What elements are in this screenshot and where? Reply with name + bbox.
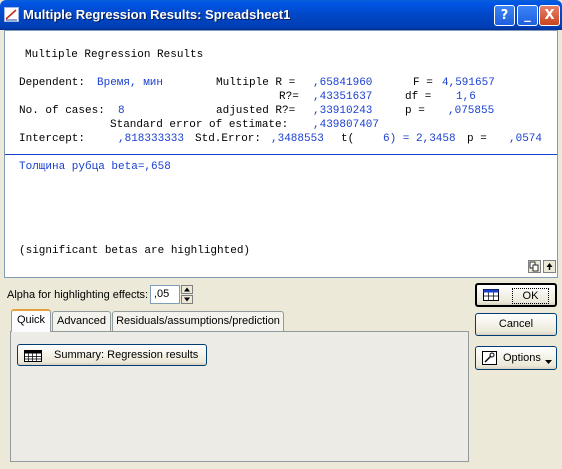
footnote: (significant betas are highlighted)	[19, 245, 251, 257]
multiple-regression-icon	[4, 7, 19, 22]
close-button[interactable]: X	[539, 5, 560, 26]
results-divider	[5, 154, 557, 155]
alpha-input[interactable]: ,05	[150, 285, 180, 304]
spreadsheet-icon	[483, 289, 499, 301]
tab-advanced[interactable]: Advanced	[52, 311, 111, 331]
help-button[interactable]: ?	[494, 5, 515, 26]
multiple-r-value: ,65841960	[313, 77, 373, 89]
standard-error-label: Standard error of estimate:	[110, 119, 289, 131]
summary-button-label: Summary: Regression results	[54, 349, 199, 361]
ok-button[interactable]: OK	[475, 283, 557, 307]
p2-value: ,0574	[509, 133, 543, 145]
df-value: 1,6	[456, 91, 476, 103]
summary-button[interactable]: Summary: Regression results	[17, 344, 207, 366]
p-label: p =	[405, 105, 425, 117]
adjusted-r-label: adjusted R?=	[216, 105, 296, 117]
r-squared-value: ,43351637	[313, 91, 373, 103]
spin-up-icon[interactable]	[181, 285, 193, 294]
intercept-value: ,818333333	[118, 133, 185, 145]
dependent-label: Dependent:	[19, 77, 86, 89]
dropdown-arrow-icon	[545, 356, 552, 364]
ok-button-label: OK	[512, 288, 549, 304]
title-bar[interactable]: Multiple Regression Results: Spreadsheet…	[0, 0, 562, 30]
cases-value: 8	[118, 105, 125, 117]
p-value: ,075855	[448, 105, 495, 117]
copy-icon[interactable]	[528, 260, 541, 273]
f-label: F =	[413, 77, 433, 89]
std-error-value: ,3488553	[271, 133, 324, 145]
f-value: 4,591657	[442, 77, 495, 89]
spin-down-icon[interactable]	[181, 295, 193, 304]
results-heading: Multiple Regression Results	[25, 49, 204, 61]
window-title: Multiple Regression Results: Spreadsheet…	[23, 7, 291, 22]
intercept-label: Intercept:	[19, 133, 86, 145]
adjusted-r-value: ,33910243	[313, 105, 373, 117]
dependent-value: Время, мин	[97, 77, 164, 89]
scroll-up-icon[interactable]	[543, 260, 556, 273]
df-label: df =	[405, 91, 432, 103]
alpha-label: Alpha for highlighting effects:	[7, 289, 149, 301]
p2-label: p =	[467, 133, 487, 145]
standard-error-value: ,439807407	[313, 119, 380, 131]
options-button[interactable]: Options	[475, 346, 557, 370]
options-button-label: Options	[503, 352, 541, 364]
minimize-button[interactable]: _	[517, 5, 538, 26]
tab-quick[interactable]: Quick	[11, 309, 51, 332]
results-panel[interactable]: Multiple Regression Results Dependent: В…	[4, 30, 558, 278]
quick-tab-panel: Summary: Regression results	[10, 331, 469, 462]
r-squared-label: R?=	[279, 91, 299, 103]
tab-residuals[interactable]: Residuals/assumptions/prediction	[112, 311, 284, 331]
spreadsheet-icon	[24, 349, 42, 362]
beta-line: Толщина рубца beta=,658	[19, 161, 171, 173]
t-value: 6) = 2,3458	[383, 133, 456, 145]
cancel-button[interactable]: Cancel	[475, 313, 557, 336]
multiple-r-label: Multiple R =	[216, 77, 296, 89]
std-error-label: Std.Error:	[195, 133, 262, 145]
t-label: t(	[341, 133, 355, 145]
cases-label: No. of cases:	[19, 105, 105, 117]
options-icon	[482, 351, 497, 365]
